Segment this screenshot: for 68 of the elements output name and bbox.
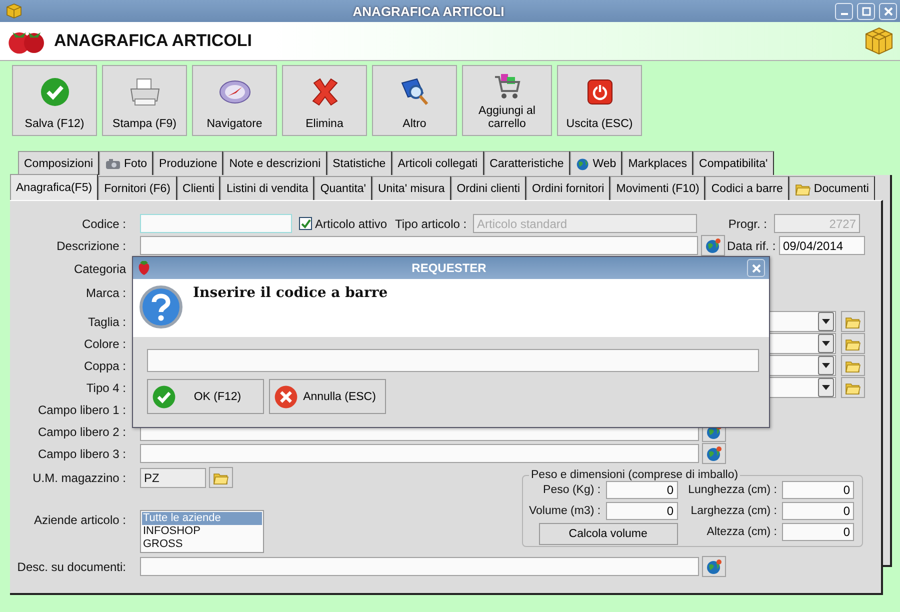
- group-title: Peso e dimensioni (comprese di imballo): [530, 469, 740, 481]
- field-label: Altezza (cm) :: [706, 526, 777, 538]
- toolbar-button[interactable]: Stampa (F9): [102, 65, 187, 136]
- field-label: Aziende articolo :: [32, 513, 126, 527]
- tab[interactable]: Anagrafica(F5): [10, 174, 98, 200]
- field-label: Coppa :: [82, 358, 126, 372]
- field-label: Categoria: [72, 262, 126, 276]
- tab[interactable]: Ordini fornitori: [526, 176, 610, 200]
- number-field[interactable]: 0: [782, 481, 854, 499]
- toolbar-button[interactable]: Navigatore: [192, 65, 277, 136]
- field-label: Larghezza (cm) :: [690, 505, 777, 517]
- toolbar-button[interactable]: Aggiungi al carrello: [462, 65, 552, 136]
- tab[interactable]: Compatibilita': [693, 151, 774, 175]
- calculate-button[interactable]: Calcola volume: [538, 523, 678, 545]
- dialog-button[interactable]: OK (F12): [147, 379, 264, 414]
- tab[interactable]: Produzione: [153, 151, 224, 175]
- tab[interactable]: Web: [570, 151, 622, 175]
- tab[interactable]: Composizioni: [18, 151, 100, 175]
- page-title: ANAGRAFICA ARTICOLI: [54, 31, 253, 51]
- number-field[interactable]: 0: [782, 523, 854, 541]
- number-field[interactable]: 0: [606, 502, 678, 520]
- field-label: Colore :: [82, 336, 126, 350]
- tab[interactable]: Foto: [99, 151, 154, 175]
- field-label: Volume (m3) :: [529, 505, 601, 517]
- field-label: Progr. :: [727, 216, 767, 230]
- dialog-button[interactable]: Annulla (ESC): [269, 379, 386, 414]
- company-list[interactable]: Tutte le aziende INFOSHOP GROSS: [140, 510, 264, 553]
- tab[interactable]: Markplaces: [622, 151, 694, 175]
- tab[interactable]: Caratteristiche: [484, 151, 570, 175]
- tab[interactable]: Fornitori (F6): [98, 176, 177, 200]
- tab[interactable]: Note e descrizioni: [223, 151, 327, 175]
- field-label: Taglia :: [86, 314, 126, 328]
- tab[interactable]: Documenti: [788, 176, 875, 200]
- toolbar-button[interactable]: Altro: [372, 65, 457, 136]
- unit-field[interactable]: PZ: [140, 468, 206, 488]
- field-label: Marca :: [84, 286, 126, 300]
- field-label: U.M. magazzino :: [32, 470, 126, 484]
- active-checkbox[interactable]: Articolo attivo: [299, 216, 395, 230]
- list-item[interactable]: GROSS: [142, 538, 262, 551]
- number-field[interactable]: 0: [782, 502, 854, 520]
- toolbar-button[interactable]: Elimina: [282, 65, 367, 136]
- field-label: Codice :: [80, 216, 126, 230]
- tab[interactable]: Clienti: [176, 176, 220, 200]
- field-label: Desc. su documenti:: [16, 560, 126, 574]
- tab[interactable]: Statistiche: [326, 151, 392, 175]
- dialog-title: REQUESTER: [410, 261, 488, 275]
- tab[interactable]: Codici a barre: [705, 176, 789, 200]
- number-field[interactable]: 0: [606, 481, 678, 499]
- field-label: Descrizione :: [56, 238, 126, 252]
- dialog-message: Inserire il codice a barre: [193, 285, 388, 301]
- tab[interactable]: Movimenti (F10): [610, 176, 706, 200]
- tab[interactable]: Unita' misura: [372, 176, 451, 200]
- field-label: Lunghezza (cm) :: [688, 484, 777, 496]
- tab[interactable]: Listini di vendita: [220, 176, 314, 200]
- field-label: Campo libero 3 :: [36, 446, 126, 460]
- tab[interactable]: Quantita': [314, 176, 372, 200]
- field-label: Tipo 4 :: [85, 380, 126, 394]
- list-item[interactable]: INFOSHOP: [142, 525, 262, 538]
- field-label: Peso (Kg) :: [543, 484, 601, 496]
- field-label: Campo libero 2 :: [36, 424, 126, 438]
- toolbar-button[interactable]: Salva (F12): [12, 65, 97, 136]
- tab[interactable]: Articoli collegati: [392, 151, 484, 175]
- date-field[interactable]: 09/04/2014: [779, 236, 865, 255]
- field-label: Tipo articolo :: [395, 216, 468, 230]
- toolbar-button[interactable]: Uscita (ESC): [557, 65, 642, 136]
- field-label: Campo libero 1 :: [36, 402, 126, 416]
- window-title: ANAGRAFICA ARTICOLI: [352, 4, 506, 18]
- tab[interactable]: Ordini clienti: [450, 176, 526, 200]
